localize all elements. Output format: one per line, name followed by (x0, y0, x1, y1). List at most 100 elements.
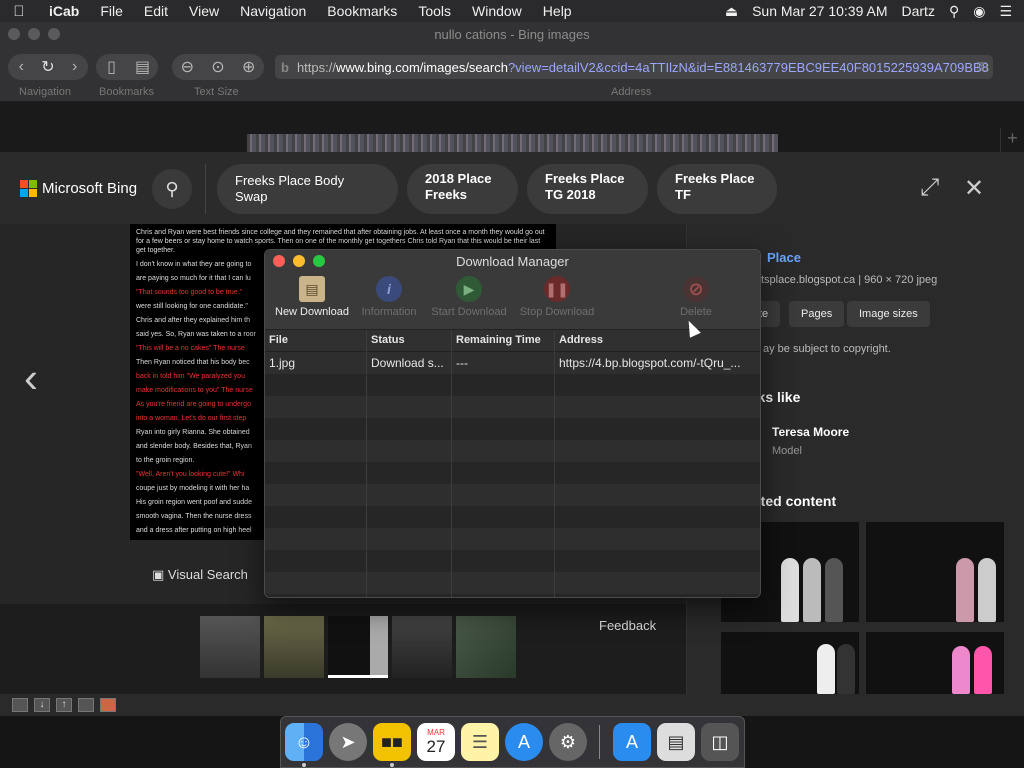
related-figure (837, 644, 855, 694)
keyboard-icon[interactable] (78, 698, 94, 712)
desktop:  iCab File Edit View Navigation Bookmar… (0, 0, 1024, 768)
zoom-out-icon[interactable]: ⊖ (173, 57, 201, 77)
start-download-button[interactable]: ▶ Start Download (427, 276, 511, 318)
menu-bookmarks[interactable]: Bookmarks (316, 3, 407, 19)
new-download-button[interactable]: ▤ New Download (273, 276, 351, 318)
delete-button[interactable]: ⊘ Delete (669, 276, 723, 318)
pause-icon: ❚❚ (544, 276, 570, 302)
related-chip-2018-place-freeks[interactable]: 2018 Place Freeks (407, 164, 518, 214)
visual-search-button[interactable]: ▣ Visual Search (152, 567, 248, 583)
running-indicator (390, 763, 394, 767)
back-arrow-icon[interactable]: ‹ (8, 58, 35, 76)
calendar-icon[interactable]: MAR 27 (417, 723, 455, 761)
column-divider (366, 330, 367, 597)
menubar-user[interactable]: Dartz (902, 3, 935, 19)
plugin-icon[interactable] (100, 698, 116, 712)
url-path: /images/search (419, 59, 508, 75)
thumbnail[interactable] (264, 616, 324, 678)
related-figure (803, 558, 821, 622)
thumbnail-selected[interactable] (328, 616, 388, 678)
related-figure (817, 644, 835, 694)
thumbnail[interactable] (456, 616, 516, 678)
menu-view[interactable]: View (178, 3, 229, 19)
column-remaining-time[interactable]: Remaining Time (456, 334, 541, 346)
menubar-clock[interactable]: Sun Mar 27 10:39 AM (752, 3, 887, 19)
recent-document-icon[interactable]: ▤ (657, 723, 695, 761)
bookmarks-book-icon[interactable]: ▤ (129, 57, 157, 77)
image-sizes-button[interactable]: Image sizes (847, 301, 930, 327)
menu-file[interactable]: File (89, 3, 133, 19)
table-row[interactable]: 1.jpg Download s... --- https://4.bp.blo… (265, 352, 760, 374)
apple-menu-icon[interactable]:  (0, 3, 38, 20)
reload-icon[interactable]: ↻ (35, 57, 62, 77)
zoom-reset-icon[interactable]: ⊙ (204, 57, 232, 77)
download-arrow-icon[interactable]: ↓ (34, 698, 50, 712)
expand-icon[interactable]: ⤢ (920, 174, 939, 202)
pages-button[interactable]: Pages (789, 301, 845, 327)
menubar-status: ⏏ Sun Mar 27 10:39 AM Dartz ⚲ ◉ ☰ (725, 0, 1024, 22)
column-divider (451, 330, 452, 597)
download-folder-icon[interactable] (12, 698, 28, 712)
url-query: ?view=detailV2&ccid=4aTTIlzN&id=E8814637… (507, 59, 989, 75)
menu-tools[interactable]: Tools (407, 3, 461, 19)
downloads-table-body: 1.jpg Download s... --- https://4.bp.blo… (265, 352, 760, 597)
address-bar[interactable]: b https:// www.bing.com /images/search ?… (275, 55, 993, 79)
related-image[interactable] (721, 632, 859, 694)
notes-icon[interactable]: ☰ (461, 723, 499, 761)
launchpad-icon[interactable]: ➤ (329, 723, 367, 761)
feedback-link[interactable]: Feedback (599, 618, 656, 633)
new-tab-icon[interactable]: + (1000, 128, 1024, 152)
related-chip-body-swap[interactable]: Freeks Place Body Swap (217, 164, 398, 214)
zoom-in-icon[interactable]: ⊕ (235, 57, 263, 77)
column-status[interactable]: Status (371, 334, 405, 346)
menu-edit[interactable]: Edit (133, 3, 178, 19)
browser-status-bar: ↓ ↑ (0, 694, 1024, 716)
image-title-link[interactable]: Place (767, 250, 801, 265)
thumbnail[interactable] (392, 616, 452, 678)
app-store-icon[interactable]: A (505, 723, 543, 761)
bing-brand[interactable]: Microsoft Bing (42, 180, 137, 197)
finder-icon[interactable]: ☺ (285, 723, 323, 761)
previous-image-arrow-icon[interactable]: ‹ (24, 354, 38, 402)
eject-icon[interactable]: ⏏ (725, 3, 738, 20)
column-file[interactable]: File (269, 334, 288, 346)
lock-icon: ⚿ (977, 59, 987, 74)
trash-icon[interactable]: ◫ (701, 723, 739, 761)
forward-arrow-icon[interactable]: › (61, 58, 88, 76)
related-image[interactable] (866, 632, 1004, 694)
menu-app[interactable]: iCab (38, 3, 89, 19)
download-manager-toolbar: Download Manager ▤ New Download i Inform… (265, 250, 760, 330)
menu-navigation[interactable]: Navigation (229, 3, 316, 19)
tab-bing-images[interactable] (247, 134, 778, 152)
close-icon[interactable]: ✕ (964, 174, 984, 203)
spotlight-search-icon[interactable]: ⚲ (949, 3, 959, 20)
stop-download-label: Stop Download (519, 306, 595, 318)
upload-arrow-icon[interactable]: ↑ (56, 698, 72, 712)
running-indicator (302, 763, 306, 767)
bookmark-icon[interactable]: ▯ (98, 57, 126, 77)
person-name[interactable]: Teresa Moore (772, 425, 849, 439)
app-store-folder-icon[interactable]: A (613, 723, 651, 761)
siri-icon[interactable]: ◉ (973, 3, 985, 20)
icab-taxi-icon[interactable]: ■■ (373, 723, 411, 761)
notification-center-icon[interactable]: ☰ (999, 3, 1012, 20)
related-figure (781, 558, 799, 622)
related-figure (978, 558, 996, 622)
play-icon: ▶ (456, 276, 482, 302)
related-image[interactable] (866, 522, 1004, 622)
information-button[interactable]: i Information (357, 276, 421, 318)
system-preferences-gear-icon[interactable]: ⚙ (549, 723, 587, 761)
menu-window[interactable]: Window (461, 3, 532, 19)
related-figure (956, 558, 974, 622)
microsoft-logo-icon[interactable] (20, 180, 37, 197)
stop-download-button[interactable]: ❚❚ Stop Download (516, 276, 598, 318)
search-icon[interactable]: ⚲ (152, 169, 192, 209)
related-chip-tf[interactable]: Freeks Place TF (657, 164, 777, 214)
column-address[interactable]: Address (559, 334, 603, 346)
window-title: nullo cations - Bing images (434, 27, 590, 42)
related-chip-tg-2018[interactable]: Freeks Place TG 2018 (527, 164, 648, 214)
menu-help[interactable]: Help (532, 3, 582, 19)
calendar-day: 27 (426, 736, 446, 756)
thumbnail[interactable] (200, 616, 260, 678)
bookmarks-caption: Bookmarks (99, 86, 155, 98)
